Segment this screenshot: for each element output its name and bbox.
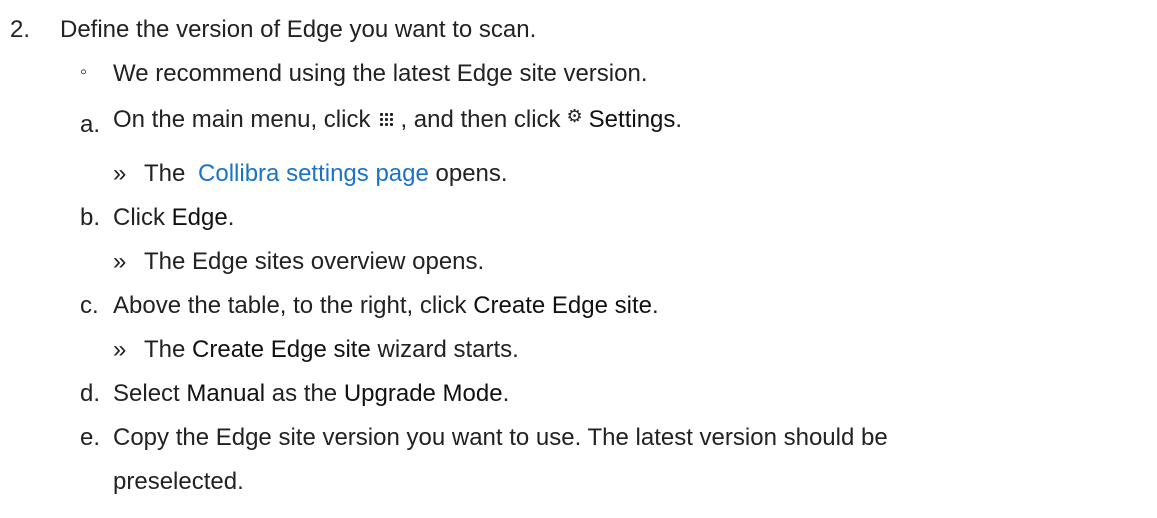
substep-c-suffix: . [651, 292, 659, 319]
result-c: The Create Edge site wizard starts. [144, 338, 519, 362]
substep-b: Click Edge. [113, 206, 234, 230]
edge-label: Edge [171, 204, 228, 231]
substep-d-prefix: Select [113, 380, 180, 407]
substep-e-line2: preselected. [113, 468, 244, 495]
result-c-prefix: The [144, 336, 186, 363]
step-number: 2. [10, 16, 31, 43]
substep-marker-c: c. [80, 292, 99, 319]
substep-a: On the main menu, click , and then click… [113, 106, 683, 133]
substep-b-suffix: . [227, 204, 235, 231]
grid-menu-icon [378, 111, 396, 127]
note-text: We recommend using the latest Edge site … [113, 60, 648, 87]
substep-marker-e: e. [80, 424, 101, 451]
collibra-settings-link[interactable]: Collibra settings page [198, 160, 429, 187]
result-a: The Collibra settings page opens. [144, 162, 508, 186]
substep-a-suffix: . [675, 106, 683, 133]
result-a-suffix: opens. [435, 160, 508, 187]
result-c-suffix: wizard starts. [377, 336, 519, 363]
step-text: Define the version of Edge you want to s… [60, 16, 537, 43]
manual-label: Manual [186, 380, 266, 407]
create-edge-site-wizard-label: Create Edge site [192, 336, 371, 363]
substep-marker-a: a. [80, 111, 101, 138]
substep-d-middle: as the [271, 380, 338, 407]
substep-d-suffix: . [502, 380, 510, 407]
result-a-prefix: The [144, 160, 186, 187]
substep-c-prefix: Above the table, to the right, click [113, 292, 467, 319]
result-marker-b: » [113, 248, 127, 275]
substep-e-line1: Copy the Edge site version you want to u… [113, 424, 888, 451]
substep-marker-b: b. [80, 204, 101, 231]
substep-a-prefix: On the main menu, click [113, 106, 371, 133]
result-marker-c: » [113, 336, 127, 363]
substep-d: Select Manual as the Upgrade Mode. [113, 382, 509, 406]
result-marker-a: » [113, 160, 127, 187]
substep-a-middle: , and then click [400, 106, 561, 133]
substep-b-prefix: Click [113, 204, 165, 231]
substep-c: Above the table, to the right, click Cre… [113, 294, 659, 318]
gear-icon: ⚙ [566, 106, 583, 126]
settings-label: Settings [588, 106, 676, 133]
note-bullet: ◦ [80, 61, 88, 83]
upgrade-mode-label: Upgrade Mode [343, 380, 503, 407]
result-b: The Edge sites overview opens. [144, 248, 485, 275]
substep-marker-d: d. [80, 380, 101, 407]
create-edge-site-label: Create Edge site [473, 292, 652, 319]
